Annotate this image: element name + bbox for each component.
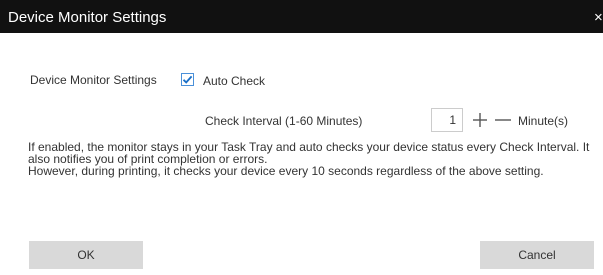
description-line-1: If enabled, the monitor stays in your Ta…: [28, 140, 590, 166]
window-title: Device Monitor Settings: [8, 9, 167, 26]
auto-check-label: Auto Check: [203, 74, 266, 88]
plus-icon[interactable]: [470, 110, 490, 130]
device-monitor-settings-label: Device Monitor Settings: [30, 73, 157, 87]
ok-button[interactable]: OK: [29, 241, 143, 269]
checkmark-icon: [182, 75, 193, 84]
description-text: If enabled, the monitor stays in your Ta…: [28, 141, 598, 177]
title-bar: Device Monitor Settings ×: [0, 0, 603, 33]
check-interval-label: Check Interval (1-60 Minutes): [205, 114, 363, 128]
cancel-button[interactable]: Cancel: [480, 241, 594, 269]
minus-icon[interactable]: [493, 110, 513, 130]
auto-check-checkbox[interactable]: [181, 73, 194, 86]
minutes-unit-label: Minute(s): [518, 114, 569, 128]
close-icon[interactable]: ×: [594, 9, 603, 26]
description-line-2: However, during printing, it checks your…: [28, 164, 544, 178]
check-interval-input[interactable]: [431, 108, 463, 132]
device-monitor-settings-dialog: Device Monitor Settings × Device Monitor…: [0, 0, 603, 275]
